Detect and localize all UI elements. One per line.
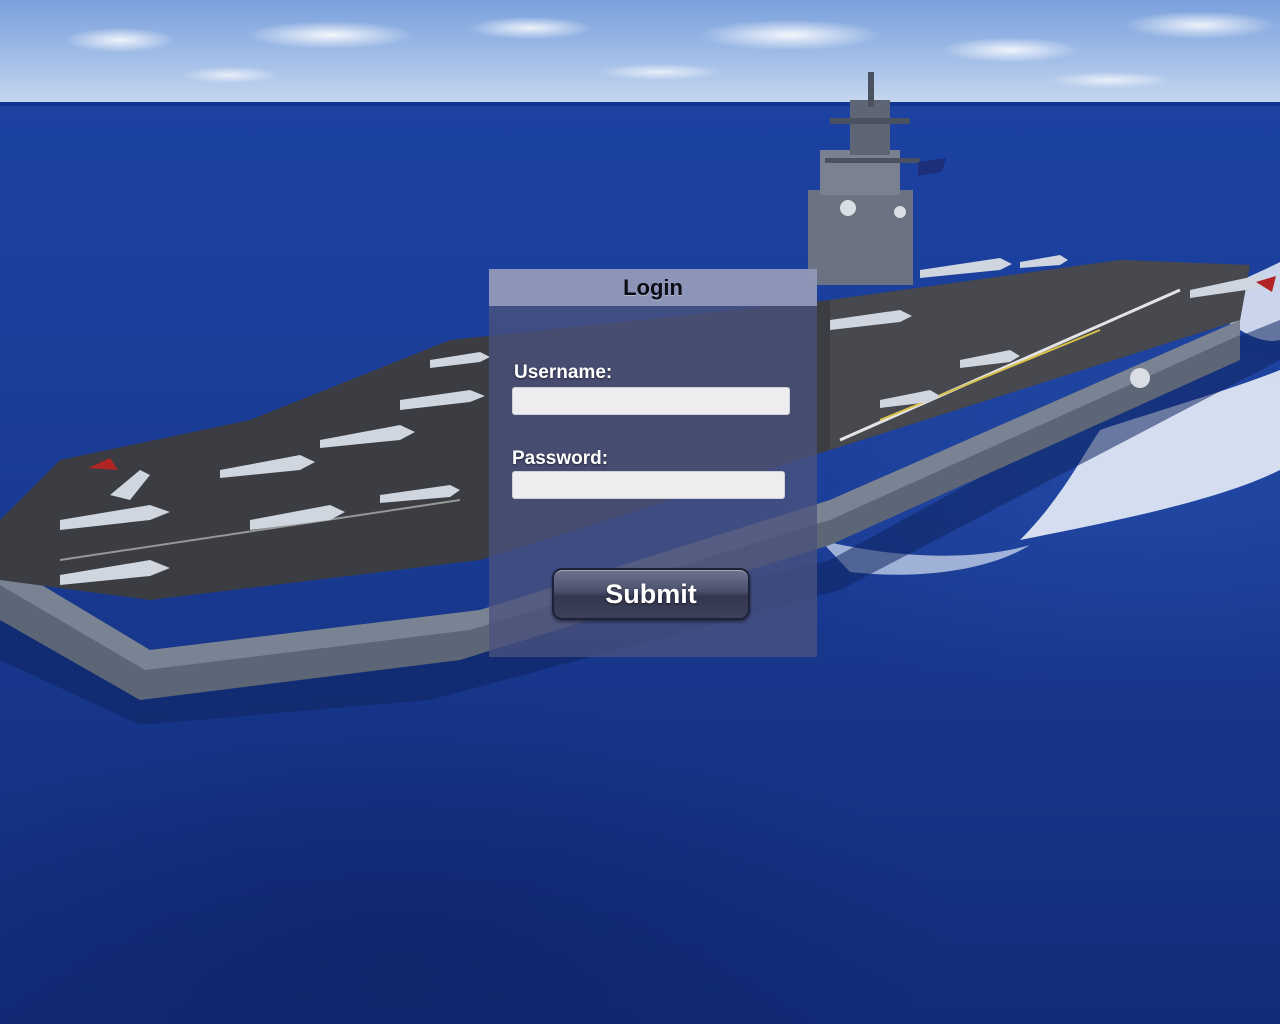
password-input[interactable] xyxy=(512,471,785,499)
login-title: Login xyxy=(623,275,683,300)
login-panel: Login Username: Password: Submit xyxy=(489,269,817,657)
login-header: Login xyxy=(489,269,817,306)
username-label: Username: xyxy=(514,362,613,383)
login-screen: Login Username: Password: Submit xyxy=(0,0,1280,1024)
password-label: Password: xyxy=(512,448,609,469)
username-input[interactable] xyxy=(512,387,790,415)
submit-button[interactable]: Submit xyxy=(552,568,750,620)
